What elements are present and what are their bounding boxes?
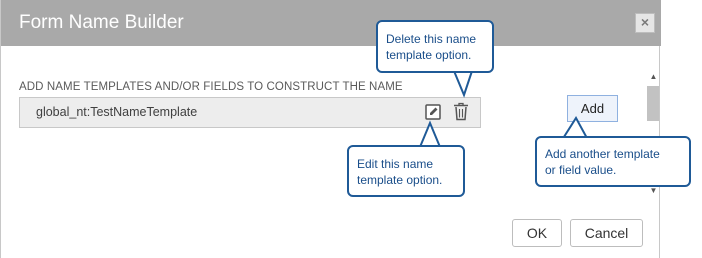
edit-callout: Edit this name template option. bbox=[347, 145, 465, 197]
edit-callout-line2: template option. bbox=[357, 173, 443, 187]
trash-icon[interactable] bbox=[453, 102, 469, 121]
scroll-up-icon[interactable]: ▲ bbox=[647, 72, 660, 82]
name-template-value: global_nt:TestNameTemplate bbox=[36, 105, 198, 119]
dialog-titlebar: Form Name Builder × bbox=[1, 0, 661, 46]
edit-callout-pointer bbox=[419, 120, 441, 148]
delete-callout-line1: Delete this name bbox=[386, 32, 477, 46]
scrollbar-thumb[interactable] bbox=[647, 86, 659, 121]
cancel-button[interactable]: Cancel bbox=[570, 219, 643, 247]
dialog-title: Form Name Builder bbox=[19, 12, 184, 33]
close-icon[interactable]: × bbox=[635, 13, 655, 33]
edit-icon[interactable] bbox=[425, 104, 441, 120]
scroll-down-icon[interactable]: ▼ bbox=[647, 186, 660, 196]
section-label: ADD NAME TEMPLATES AND/OR FIELDS TO CONS… bbox=[19, 81, 403, 93]
delete-callout: Delete this name template option. bbox=[376, 20, 494, 73]
edit-callout-line1: Edit this name bbox=[357, 157, 434, 171]
name-template-row: global_nt:TestNameTemplate bbox=[19, 97, 481, 128]
add-callout: Add another template or field value. bbox=[535, 136, 691, 187]
delete-callout-line2: template option. bbox=[386, 48, 472, 62]
delete-callout-pointer bbox=[453, 70, 473, 98]
add-callout-line2: or field value. bbox=[545, 163, 617, 177]
ok-button[interactable]: OK bbox=[512, 219, 562, 247]
add-callout-line1: Add another template bbox=[545, 147, 660, 161]
